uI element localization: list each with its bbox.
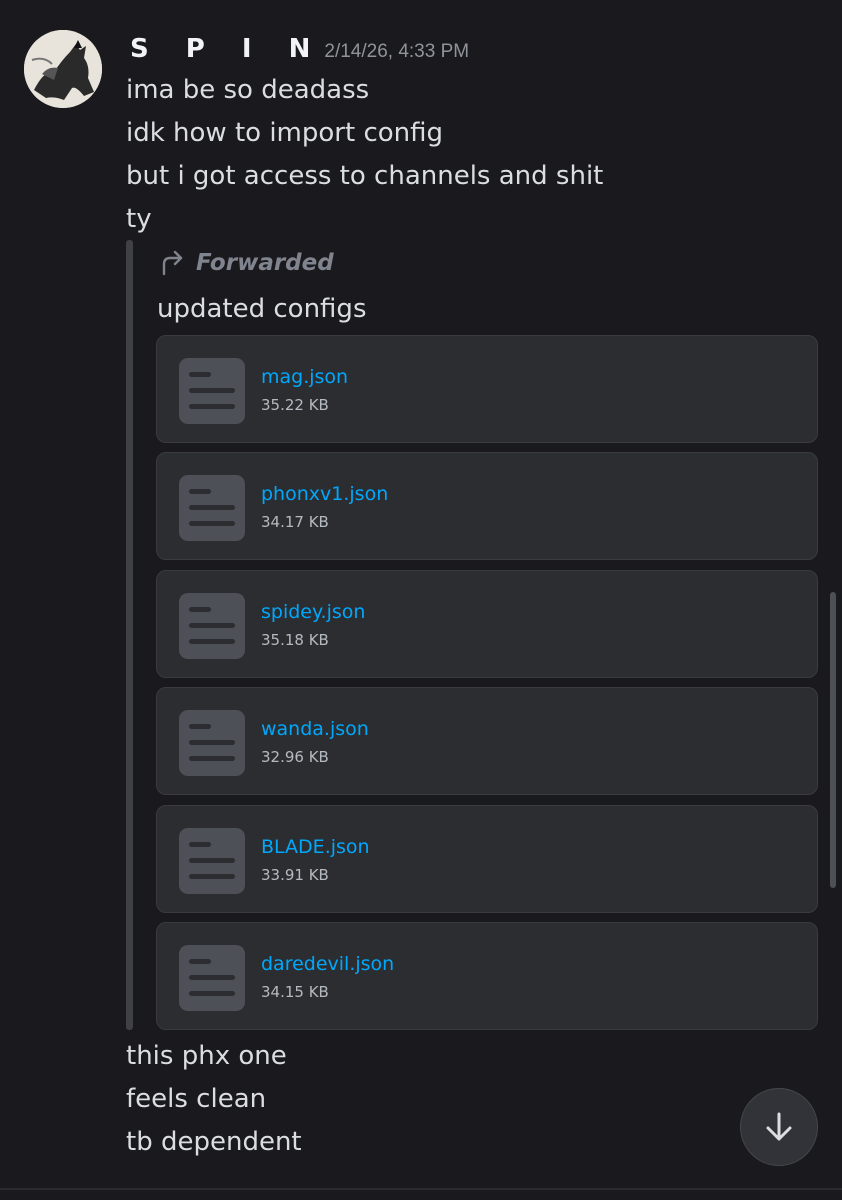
file-size: 35.22 KB [261,396,329,414]
message-line: ima be so deadass [126,75,370,105]
file-name-link[interactable]: wanda.json [261,718,369,740]
document-icon [179,475,245,541]
file-name-link[interactable]: daredevil.json [261,953,394,975]
message-header: S P I N 2/14/26, 4:33 PM [130,34,469,64]
forwarded-label: Forwarded [196,250,334,276]
document-icon [179,710,245,776]
file-name-link[interactable]: phonxv1.json [261,483,388,505]
message-line: feels clean [126,1084,267,1114]
avatar-image [24,30,102,108]
username[interactable]: S P I N [130,34,324,64]
document-icon [179,828,245,894]
message-line: tb dependent [126,1127,302,1157]
arrow-down-icon [766,1112,792,1141]
jump-to-bottom-button[interactable] [740,1088,818,1166]
file-attachment[interactable]: phonxv1.json 34.17 KB [156,452,818,560]
avatar[interactable] [24,30,102,108]
file-attachment[interactable]: spidey.json 35.18 KB [156,570,818,678]
divider [0,1188,842,1190]
forwarded-header: Forwarded [160,250,334,276]
file-attachment[interactable]: daredevil.json 34.15 KB [156,922,818,1030]
scrollbar-thumb[interactable] [830,592,836,888]
file-size: 32.96 KB [261,748,329,766]
message-line: idk how to import config [126,118,444,148]
file-attachment[interactable]: wanda.json 32.96 KB [156,687,818,795]
message-line: but i got access to channels and shit [126,161,604,191]
file-name-link[interactable]: BLADE.json [261,836,370,858]
message-line: this phx one [126,1041,287,1071]
document-icon [179,358,245,424]
document-icon [179,945,245,1011]
forwarded-text: updated configs [157,294,367,324]
file-attachment[interactable]: mag.json 35.22 KB [156,335,818,443]
file-attachment[interactable]: BLADE.json 33.91 KB [156,805,818,913]
forward-quote-bar [126,240,133,1030]
timestamp: 2/14/26, 4:33 PM [324,41,470,62]
file-name-link[interactable]: mag.json [261,366,348,388]
file-name-link[interactable]: spidey.json [261,601,365,623]
file-size: 35.18 KB [261,631,329,649]
message-line: ty [126,204,152,234]
file-size: 33.91 KB [261,866,329,884]
document-icon [179,593,245,659]
forward-arrow-icon [162,250,183,276]
chat-view: S P I N 2/14/26, 4:33 PM ima be so deada… [0,0,842,1200]
file-size: 34.15 KB [261,983,329,1001]
file-size: 34.17 KB [261,513,329,531]
